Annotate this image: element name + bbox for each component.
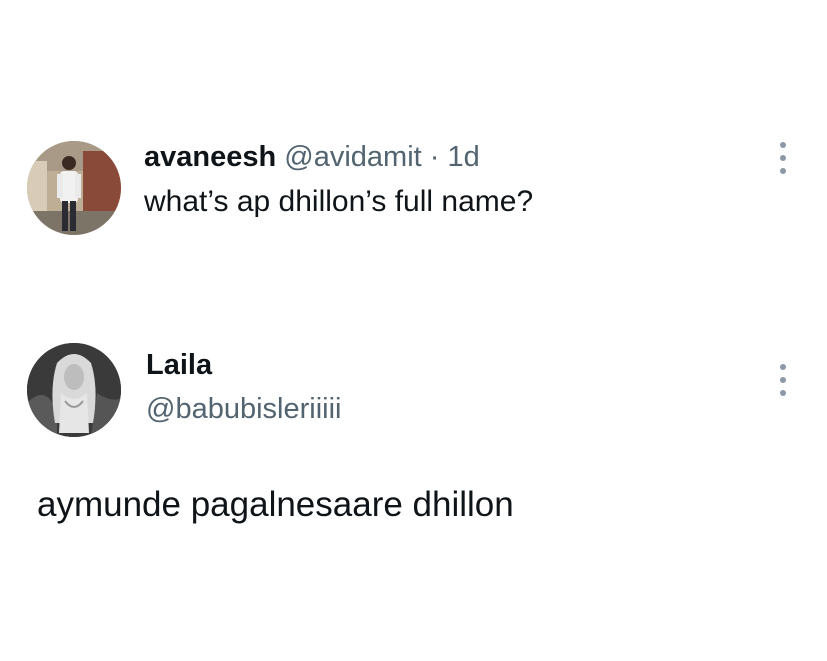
user-avatar-bw-photo-icon xyxy=(27,343,121,437)
tweet-text: aymunde pagalnesaare dhillon xyxy=(37,485,514,524)
display-name[interactable]: Laila xyxy=(146,348,212,382)
timestamp[interactable]: 1d xyxy=(448,141,480,173)
user-handle[interactable]: @avidamit xyxy=(284,141,421,173)
user-avatar-photo-icon xyxy=(27,141,121,235)
tweet-header: avaneesh @avidamit · 1d xyxy=(144,140,480,174)
reply-tweet[interactable]: avaneesh @avidamit · 1d what’s ap dhillo… xyxy=(0,0,827,300)
meta-separator: · xyxy=(429,141,440,173)
more-vertical-icon[interactable] xyxy=(771,360,795,400)
more-vertical-icon[interactable] xyxy=(771,138,795,178)
display-name[interactable]: avaneesh xyxy=(144,141,276,173)
avatar[interactable] xyxy=(27,141,121,235)
tweet-text: what’s ap dhillon’s full name? xyxy=(144,185,534,218)
avatar[interactable] xyxy=(27,343,121,437)
user-handle[interactable]: @babubisleriiiii xyxy=(146,392,341,426)
